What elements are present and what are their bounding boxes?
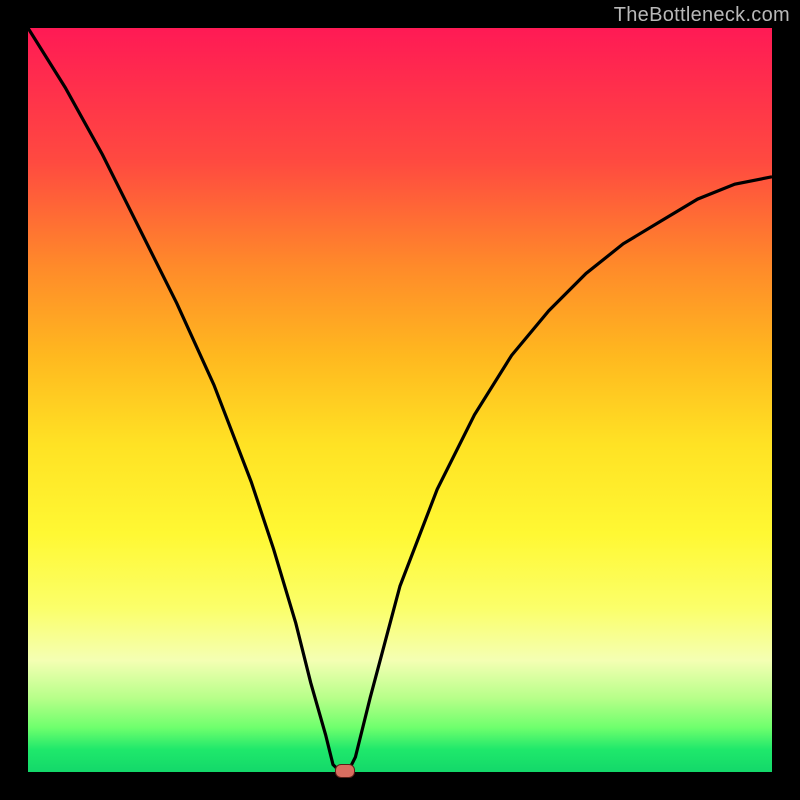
chart-frame: TheBottleneck.com [0, 0, 800, 800]
chart-gradient-background [28, 28, 772, 772]
optimal-point-marker [335, 764, 355, 778]
watermark-text: TheBottleneck.com [614, 4, 790, 27]
